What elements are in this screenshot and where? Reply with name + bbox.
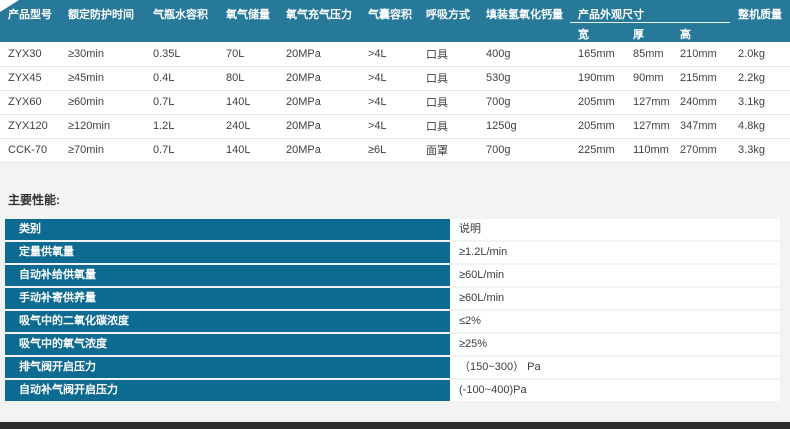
cell-model: ZYX45 xyxy=(0,66,60,90)
performance-row: 吸气中的氧气浓度 ≥25% xyxy=(5,334,780,355)
performance-label: 自动补气阀开启压力 xyxy=(5,380,450,401)
col-header-caoh: 填装氢氧化钙量 xyxy=(478,0,570,42)
table-row: ZYX30 ≥30min 0.35L 70L 20MPa >4L 口具 400g… xyxy=(0,42,790,66)
performance-row: 吸气中的二氧化碳浓度 ≤2% xyxy=(5,311,780,332)
cell-model: ZYX60 xyxy=(0,90,60,114)
col-header-width: 宽 xyxy=(570,23,625,43)
performance-label: 排气阀开启压力 xyxy=(5,357,450,378)
table-row: ZYX120 ≥120min 1.2L 240L 20MPa >4L 口具 12… xyxy=(0,114,790,138)
performance-value: (-100~400)Pa xyxy=(450,380,780,401)
col-header-cylinder: 气瓶水容积 xyxy=(145,0,218,42)
table-row: ZYX60 ≥60min 0.7L 140L 20MPa >4L 口具 700g… xyxy=(0,90,790,114)
col-header-height: 高 xyxy=(672,23,730,43)
performance-row: 排气阀开启压力 （150~300） Pa xyxy=(5,357,780,378)
performance-value: ≥60L/min xyxy=(450,265,780,286)
performance-value: （150~300） Pa xyxy=(450,357,780,378)
footer-bar xyxy=(0,422,790,429)
table-row: ZYX45 ≥45min 0.4L 80L 20MPa >4L 口具 530g … xyxy=(0,66,790,90)
performance-row: 自动补给供氧量 ≥60L/min xyxy=(5,265,780,286)
section-heading-main-performance: 主要性能: xyxy=(8,191,790,208)
performance-row: 类别 说明 xyxy=(5,219,780,240)
performance-table: 类别 说明 定量供氧量 ≥1.2L/min 自动补给供氧量 ≥60L/min 手… xyxy=(5,219,780,401)
col-header-breathing: 呼吸方式 xyxy=(418,0,478,42)
performance-label: 吸气中的氧气浓度 xyxy=(5,334,450,355)
performance-value: ≥60L/min xyxy=(450,288,780,309)
performance-value: ≤2% xyxy=(450,311,780,332)
product-spec-page: 产品型号 额定防护时间 气瓶水容积 氧气储量 氧气充气压力 气囊容积 呼吸方式 … xyxy=(0,0,790,429)
performance-value: 说明 xyxy=(450,219,780,240)
performance-row: 定量供氧量 ≥1.2L/min xyxy=(5,242,780,263)
cell-model: CCK-70 xyxy=(0,138,60,162)
col-header-pressure: 氧气充气压力 xyxy=(278,0,360,42)
col-header-airbag: 气囊容积 xyxy=(360,0,418,42)
performance-label: 定量供氧量 xyxy=(5,242,450,263)
performance-value: ≥25% xyxy=(450,334,780,355)
performance-label: 手动补寄供养量 xyxy=(5,288,450,309)
spec-table: 产品型号 额定防护时间 气瓶水容积 氧气储量 氧气充气压力 气囊容积 呼吸方式 … xyxy=(0,0,790,163)
corner-fold xyxy=(0,0,19,12)
performance-label: 吸气中的二氧化碳浓度 xyxy=(5,311,450,332)
col-header-time: 额定防护时间 xyxy=(60,0,145,42)
col-header-oxygen: 氧气储量 xyxy=(218,0,278,42)
performance-label: 自动补给供氧量 xyxy=(5,265,450,286)
col-header-thickness: 厚 xyxy=(625,23,672,43)
table-row: CCK-70 ≥70min 0.7L 140L 20MPa ≥6L 面罩 700… xyxy=(0,138,790,162)
performance-row: 自动补气阀开启压力 (-100~400)Pa xyxy=(5,380,780,401)
performance-label: 类别 xyxy=(5,219,450,240)
cell-model: ZYX120 xyxy=(0,114,60,138)
col-header-dimensions: 产品外观尺寸 xyxy=(570,0,730,23)
performance-row: 手动补寄供养量 ≥60L/min xyxy=(5,288,780,309)
performance-value: ≥1.2L/min xyxy=(450,242,780,263)
cell-model: ZYX30 xyxy=(0,42,60,66)
col-header-weight: 整机质量 xyxy=(730,0,790,42)
